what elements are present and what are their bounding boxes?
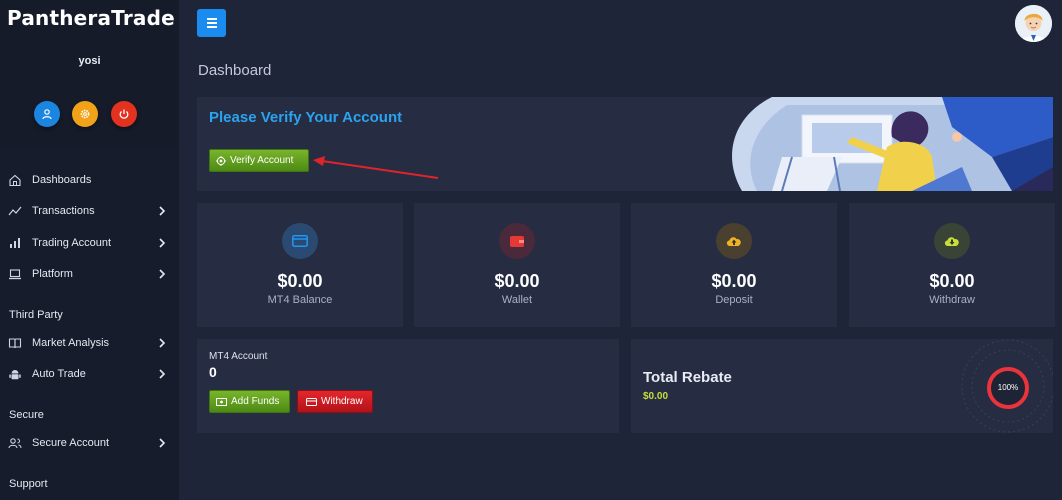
withdraw-label: Withdraw xyxy=(321,396,363,407)
sidebar-item-auto-trade[interactable]: Auto Trade xyxy=(0,363,179,385)
credit-card-icon xyxy=(306,397,317,406)
verify-account-button[interactable]: Verify Account xyxy=(209,149,309,172)
profile-button[interactable] xyxy=(34,101,60,127)
menu-toggle-button[interactable] xyxy=(197,9,226,37)
rebate-value: $0.00 xyxy=(643,391,669,402)
power-icon xyxy=(119,109,129,119)
stat-caption: MT4 Balance xyxy=(267,294,333,306)
sidebar-item-label: Secure Account xyxy=(32,437,110,449)
section-title-secure: Secure xyxy=(9,409,44,421)
stat-card-withdraw: $0.00 Withdraw xyxy=(849,203,1055,327)
verify-title: Please Verify Your Account xyxy=(209,109,403,126)
sidebar-item-label: Auto Trade xyxy=(32,368,86,380)
robot-icon xyxy=(9,370,21,380)
chart-line-icon xyxy=(8,206,22,216)
username: yosi xyxy=(78,55,101,67)
stat-amount: $0.00 xyxy=(711,271,757,291)
avatar[interactable] xyxy=(1015,5,1052,42)
cloud-upload-icon xyxy=(726,237,741,246)
chevron-right-icon xyxy=(159,438,166,448)
page-title: Dashboard xyxy=(198,62,272,79)
laptop-icon xyxy=(9,269,21,280)
home-icon xyxy=(9,174,21,187)
mt4-account-value: 0 xyxy=(209,364,217,380)
card-icon xyxy=(292,235,308,247)
chevron-right-icon xyxy=(159,206,166,216)
gear-icon xyxy=(80,109,90,119)
cloud-download-icon xyxy=(944,237,959,246)
stat-caption: Deposit xyxy=(715,294,753,306)
rebate-title: Total Rebate xyxy=(643,369,732,386)
stat-caption: Withdraw xyxy=(929,294,975,306)
bar-chart-icon xyxy=(10,238,20,248)
stat-caption: Wallet xyxy=(501,294,533,306)
stat-icon-badge xyxy=(934,223,970,259)
chevron-right-icon xyxy=(159,369,166,379)
banner-illustration xyxy=(712,97,1053,191)
brand-logo[interactable]: PantheraTrade xyxy=(7,6,175,30)
total-rebate-panel: Total Rebate $0.00 100% xyxy=(631,339,1053,433)
user-icon xyxy=(42,109,52,120)
money-icon xyxy=(216,397,227,406)
stat-amount: $0.00 xyxy=(929,271,975,291)
logout-button[interactable] xyxy=(111,101,137,127)
users-icon xyxy=(8,438,22,449)
add-funds-button[interactable]: Add Funds xyxy=(209,390,290,413)
verify-button-label: Verify Account xyxy=(230,155,294,166)
sidebar-item-transactions[interactable]: Transactions xyxy=(0,200,179,222)
stat-card-wallet: $0.00 Wallet xyxy=(414,203,620,327)
settings-button[interactable] xyxy=(72,101,98,127)
sidebar-item-market-analysis[interactable]: Market Analysis xyxy=(0,332,179,354)
stat-icon-badge xyxy=(282,223,318,259)
stat-amount: $0.00 xyxy=(494,271,540,291)
stat-icon-badge xyxy=(716,223,752,259)
sidebar-item-label: Platform xyxy=(32,268,73,280)
target-icon xyxy=(216,155,226,166)
add-funds-label: Add Funds xyxy=(231,396,280,407)
rebate-percent: 100% xyxy=(997,383,1019,392)
sidebar-item-platform[interactable]: Platform xyxy=(0,263,179,285)
sidebar-item-label: Dashboards xyxy=(32,174,92,186)
withdraw-button[interactable]: Withdraw xyxy=(297,390,373,413)
section-title-support: Support xyxy=(9,478,48,490)
sidebar: PantheraTrade yosi Dashboards Transactio… xyxy=(0,0,179,500)
sidebar-item-secure-account[interactable]: Secure Account xyxy=(0,432,179,454)
user-avatar-icon xyxy=(1015,5,1052,42)
stat-card-mt4-balance: $0.00 MT4 Balance xyxy=(197,203,403,327)
book-icon xyxy=(8,338,22,349)
mt4-account-panel: MT4 Account 0 Add Funds Withdraw xyxy=(197,339,619,433)
sidebar-item-dashboards[interactable]: Dashboards xyxy=(0,169,179,191)
sidebar-item-label: Trading Account xyxy=(32,237,112,249)
hamburger-icon xyxy=(206,18,217,20)
stat-card-deposit: $0.00 Deposit xyxy=(631,203,837,327)
mt4-account-label: MT4 Account xyxy=(209,351,268,362)
chevron-right-icon xyxy=(159,338,166,348)
sidebar-item-trading-account[interactable]: Trading Account xyxy=(0,232,179,254)
sidebar-item-label: Transactions xyxy=(32,205,95,217)
chevron-right-icon xyxy=(159,238,166,248)
chevron-right-icon xyxy=(159,269,166,279)
stat-amount: $0.00 xyxy=(277,271,323,291)
section-title-third-party: Third Party xyxy=(9,309,63,321)
wallet-icon xyxy=(510,236,524,247)
sidebar-item-label: Market Analysis xyxy=(32,337,110,349)
stat-icon-badge xyxy=(499,223,535,259)
